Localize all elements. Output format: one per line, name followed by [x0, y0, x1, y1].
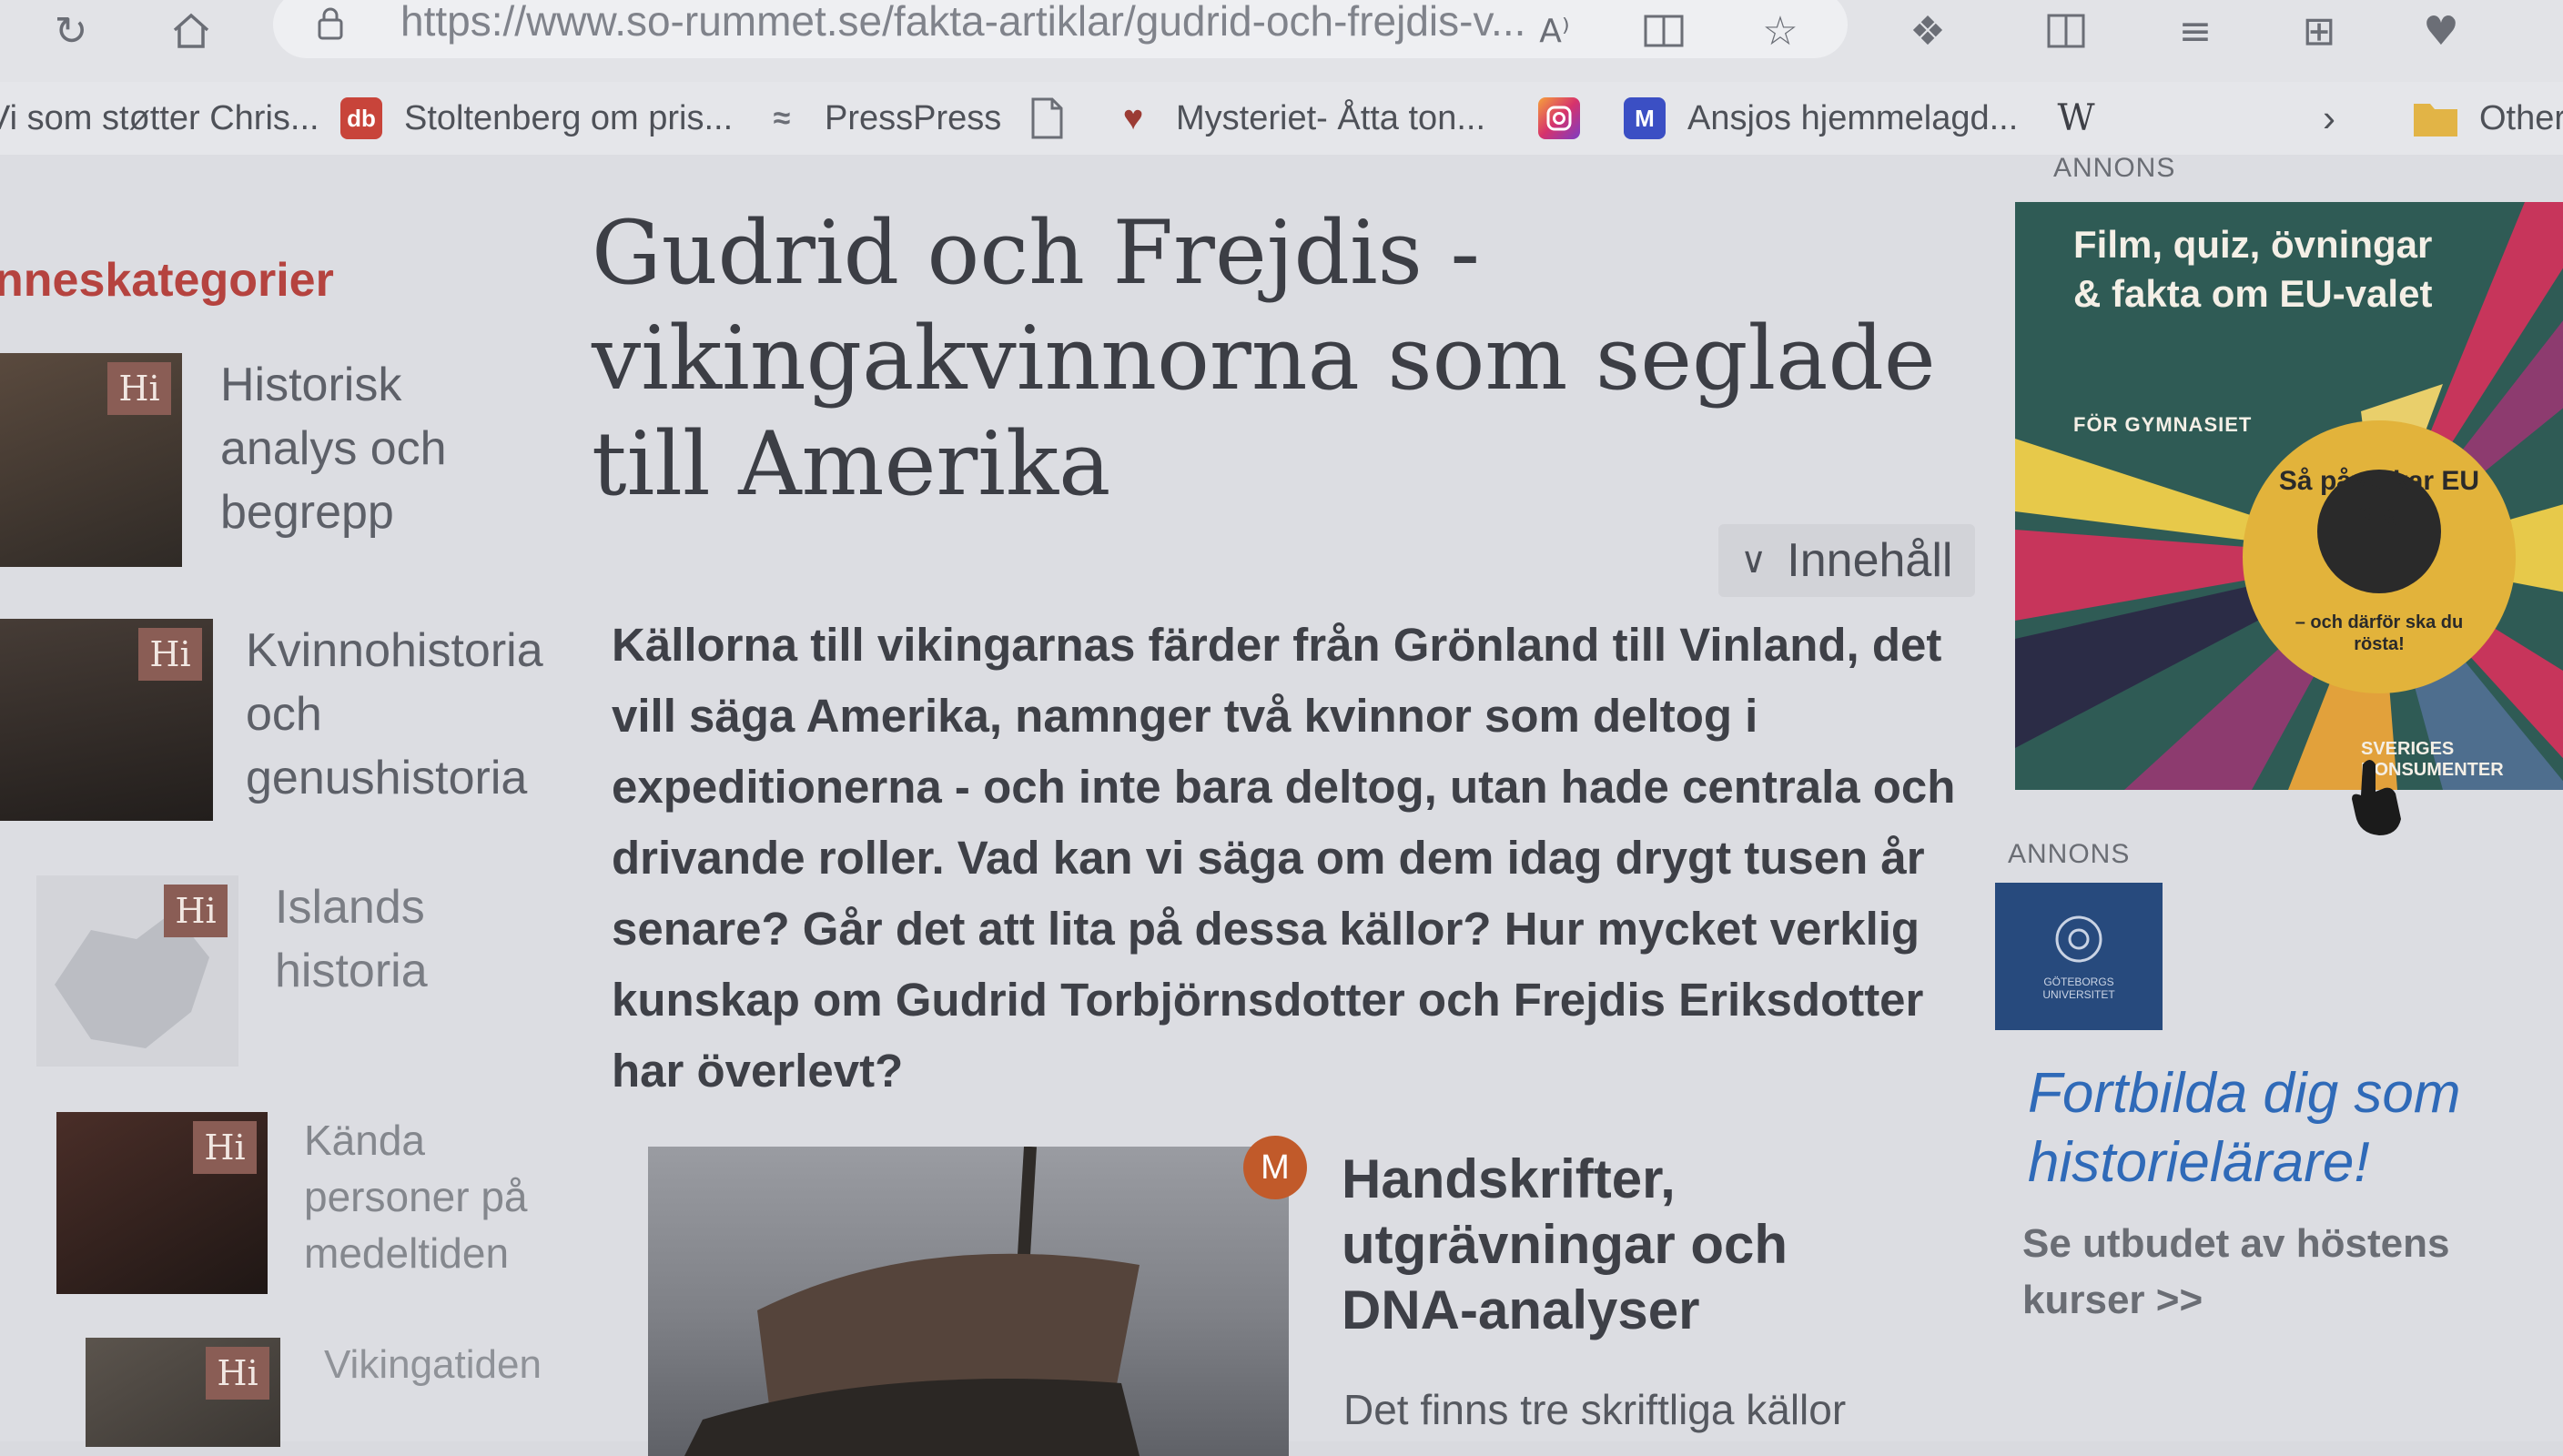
article-lead: Källorna till vikingarnas färder från Gr…	[612, 619, 1956, 1097]
more-bookmarks-chevron-icon[interactable]: ›	[2323, 93, 2335, 144]
read-aloud-icon[interactable]: A⁾	[1529, 5, 1580, 56]
presspress-favicon: ≈	[773, 100, 791, 136]
category-label[interactable]: Historisk analys och begrepp	[220, 353, 493, 545]
favorite-star-icon[interactable]: ☆	[1755, 5, 1806, 56]
category-label[interactable]: Islands historia	[275, 875, 484, 1003]
split-screen-icon[interactable]	[2041, 5, 2092, 56]
home-icon[interactable]	[166, 5, 217, 56]
card-title[interactable]: Handskrifter, utgrävningar och DNA-analy…	[1342, 1147, 1924, 1343]
instagram-icon	[1538, 97, 1580, 139]
category-label[interactable]: Kända personer på medeltiden	[304, 1112, 577, 1281]
mysteriet-favicon: ♥	[1122, 98, 1144, 137]
ad-banner-headline: Film, quiz, övningar & fakta om EU-valet	[2073, 223, 2433, 315]
lock-icon[interactable]	[317, 7, 344, 40]
ad-label: ANNONS	[2053, 153, 2176, 183]
bookmark-item[interactable]: Vi som støtter Chris...	[0, 93, 319, 144]
hi-badge: Hi	[193, 1121, 257, 1174]
category-label[interactable]: Kvinnohistoria och genushistoria	[246, 619, 555, 811]
hi-badge: Hi	[164, 885, 228, 937]
hi-badge: Hi	[206, 1347, 269, 1400]
wikipedia-icon: W	[2057, 97, 2095, 139]
category-thumbnail[interactable]: Hi	[0, 353, 182, 567]
table-of-contents-button[interactable]: ∨ Innehåll	[1718, 524, 1975, 597]
eu-election-ad-banner[interactable]: Film, quiz, övningar & fakta om EU-valet…	[2015, 202, 2563, 790]
immersive-reader-icon[interactable]	[1638, 5, 1689, 56]
sidebar-heading: nneskategorier	[0, 254, 334, 307]
ad-banner-subtitle: FÖR GYMNASIET	[2073, 413, 2253, 436]
university-seal-icon	[2055, 915, 2102, 963]
ad-circle-subtitle: – och därför ska du rösta!	[2295, 612, 2464, 654]
ad-circle-headline: Så påverkar EU dig	[2278, 466, 2480, 527]
bookmark-item[interactable]: W	[2055, 93, 2119, 144]
page-icon	[1031, 97, 1063, 139]
category-label[interactable]: Vikingatiden	[324, 1338, 597, 1391]
university-logo[interactable]: GÖTEBORGS UNIVERSITET	[1995, 883, 2163, 1030]
hand-cursor-icon	[2352, 760, 2401, 835]
bookmark-item[interactable]: ♥ Mysteriet- Åtta ton...	[1112, 93, 1485, 144]
courses-link[interactable]: Se utbudet av höstens kurser >>	[2022, 1216, 2532, 1329]
collections-icon[interactable]: ⊞	[2294, 5, 2345, 56]
browser-essentials-icon[interactable]: ♥	[2416, 5, 2467, 56]
viking-ship-illustration	[684, 1147, 1140, 1456]
refresh-icon[interactable]: ↻	[46, 5, 96, 56]
chevron-down-icon: ∨	[1740, 541, 1768, 581]
continuing-education-ad-link[interactable]: Fortbilda dig som historielärare!	[2028, 1059, 2538, 1198]
bookmarks-bar: Vi som støtter Chris... db Stoltenberg o…	[0, 82, 2563, 155]
other-favorites-folder[interactable]: Other	[2412, 93, 2563, 144]
bookmark-item[interactable]: ≈ PressPress	[761, 93, 1002, 144]
web-page: nneskategorier Hi Historisk analys och b…	[0, 153, 2563, 1456]
viking-ship-image[interactable]	[648, 1147, 1289, 1456]
hi-badge: Hi	[138, 628, 202, 681]
membership-badge: M	[1243, 1136, 1307, 1199]
browser-toolbar: ↻ https://www.so-rummet.se/fakta-artikla…	[0, 0, 2563, 82]
ad-label: ANNONS	[2008, 839, 2131, 869]
bookmark-item[interactable]	[1028, 93, 1065, 144]
category-thumbnail[interactable]: Hi	[36, 875, 238, 1067]
article-title: Gudrid och Frejdis - vikingakvinnorna so…	[592, 202, 1936, 515]
favorites-list-icon[interactable]: ≡	[2170, 5, 2221, 56]
university-name: GÖTEBORGS UNIVERSITET	[2042, 976, 2115, 1001]
hi-badge: Hi	[107, 362, 171, 415]
folder-icon	[2414, 104, 2457, 136]
bookmark-item[interactable]: db Stoltenberg om pris...	[340, 93, 733, 144]
bookmark-item[interactable]	[1538, 93, 1580, 144]
bookmark-item[interactable]: M Ansjos hjemmelagd...	[1624, 93, 2018, 144]
card-text: Det finns tre skriftliga källor	[1343, 1386, 1847, 1433]
db-favicon: db	[340, 97, 382, 139]
address-bar[interactable]: https://www.so-rummet.se/fakta-artiklar/…	[273, 0, 1848, 58]
category-thumbnail[interactable]: Hi	[86, 1338, 280, 1447]
url-text[interactable]: https://www.so-rummet.se/fakta-artiklar/…	[400, 0, 1525, 46]
toc-label: Innehåll	[1787, 534, 1953, 587]
category-thumbnail[interactable]: Hi	[0, 619, 213, 821]
category-thumbnail[interactable]: Hi	[56, 1112, 268, 1294]
extensions-icon[interactable]: ❖	[1902, 5, 1953, 56]
m-favicon: M	[1624, 97, 1666, 139]
